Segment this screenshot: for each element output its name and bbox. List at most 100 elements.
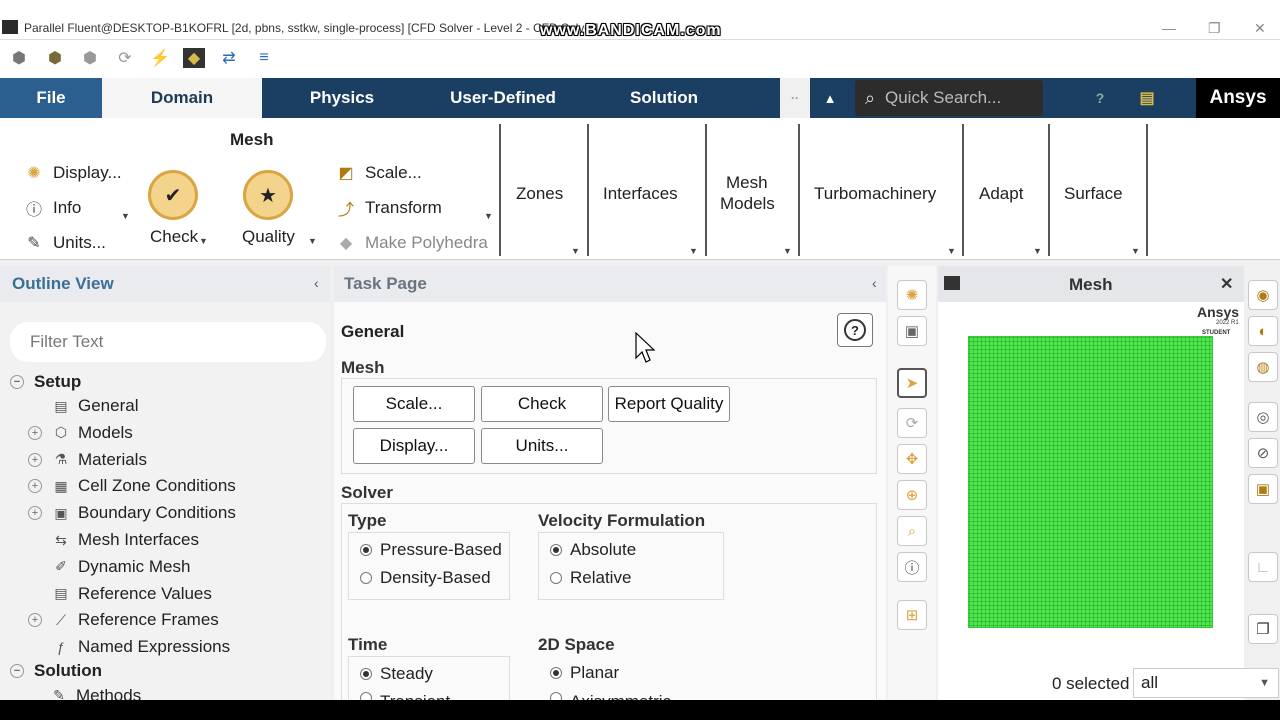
display-options-icon[interactable]: ✺ xyxy=(897,280,927,310)
pan-icon[interactable]: ✥ xyxy=(897,444,927,474)
copy-window-icon[interactable]: ❐ xyxy=(1248,614,1278,644)
ribbon-surface-group[interactable]: Surface xyxy=(1064,184,1123,204)
mdm-icon[interactable]: ≡ xyxy=(253,48,275,68)
tree-node-solution[interactable]: − Solution xyxy=(10,661,102,681)
lightning-icon[interactable]: ⚡ xyxy=(149,48,171,68)
view-cube-icon[interactable]: ▣ xyxy=(897,316,927,346)
zoom-in-icon[interactable]: ⊕ xyxy=(897,480,927,510)
tab-user-defined[interactable]: User-Defined xyxy=(430,78,576,118)
ribbon-make-polyhedra-button[interactable]: Make Polyhedra xyxy=(365,233,488,253)
steady-radio[interactable]: Steady xyxy=(360,664,433,684)
adapt-dropdown-arrow-icon[interactable]: ▼ xyxy=(1033,246,1042,256)
display-button[interactable]: Display... xyxy=(353,428,475,464)
plot-icon[interactable]: ∟ xyxy=(1248,552,1278,582)
expand-node-icon[interactable]: + xyxy=(28,425,42,440)
ribbon-check-button[interactable]: Check xyxy=(150,227,198,247)
zoom-box-icon[interactable]: ⌕ xyxy=(897,516,927,546)
tree-node-dynamic-mesh[interactable]: ✐ Dynamic Mesh xyxy=(28,557,190,577)
ansys-student-icon[interactable]: ◆ xyxy=(183,48,205,68)
ribbon-display-button[interactable]: Display... xyxy=(53,163,122,183)
window-layout-icon[interactable]: ▣ xyxy=(1248,474,1278,504)
ribbon-info-button[interactable]: Info xyxy=(53,198,81,218)
hide-view-icon[interactable]: ⊘ xyxy=(1248,438,1278,468)
contours-icon[interactable]: ◉ xyxy=(1248,280,1278,310)
tree-node-cell-zone-conditions[interactable]: + ▦ Cell Zone Conditions xyxy=(28,476,236,496)
transform-dropdown-arrow-icon[interactable]: ▼ xyxy=(484,211,493,221)
transient-radio[interactable]: Transient xyxy=(360,692,450,700)
interfaces-dropdown-arrow-icon[interactable]: ▼ xyxy=(689,246,698,256)
report-quality-button[interactable]: Report Quality xyxy=(608,386,730,422)
pressure-based-radio[interactable]: Pressure-Based xyxy=(360,540,502,560)
write-case-icon[interactable]: ⬢ xyxy=(79,48,101,68)
read-case-icon[interactable]: ⬢ xyxy=(8,48,30,68)
ribbon-interfaces-group[interactable]: Interfaces xyxy=(603,184,678,204)
relative-radio[interactable]: Relative xyxy=(550,568,631,588)
ribbon-adapt-group[interactable]: Adapt xyxy=(979,184,1023,204)
zones-dropdown-arrow-icon[interactable]: ▼ xyxy=(571,246,580,256)
vectors-icon[interactable]: ◐ xyxy=(1248,316,1278,346)
view-icon[interactable]: ◎ xyxy=(1248,402,1278,432)
ribbon-mesh-models-line1[interactable]: Mesh xyxy=(726,173,768,193)
tree-node-methods[interactable]: ✎ Methods xyxy=(50,686,141,700)
tree-node-models[interactable]: + ⬡ Models xyxy=(28,423,133,443)
collapse-ribbon-icon[interactable]: ▲ xyxy=(810,78,850,118)
tree-node-boundary-conditions[interactable]: + ▣ Boundary Conditions xyxy=(28,503,236,523)
restore-icon[interactable]: ❐ xyxy=(1208,20,1221,37)
tab-overflow-dots[interactable]: ·· xyxy=(780,78,810,118)
absolute-radio[interactable]: Absolute xyxy=(550,540,636,560)
probe-info-icon[interactable]: ⓘ xyxy=(897,552,927,582)
tree-node-mesh-interfaces[interactable]: ⇆ Mesh Interfaces xyxy=(28,530,199,550)
minimize-icon[interactable]: — xyxy=(1162,20,1176,36)
ribbon-turbomachinery-group[interactable]: Turbomachinery xyxy=(814,184,936,204)
tab-physics[interactable]: Physics xyxy=(282,78,402,118)
turbomachinery-dropdown-arrow-icon[interactable]: ▼ xyxy=(947,246,956,256)
mesh-canvas[interactable] xyxy=(968,336,1213,628)
collapse-node-icon[interactable]: − xyxy=(10,375,24,389)
quality-icon[interactable]: ★ xyxy=(243,170,293,220)
ribbon-scale-button[interactable]: Scale... xyxy=(365,163,422,183)
tree-node-reference-values[interactable]: ▤ Reference Values xyxy=(28,584,212,604)
pathlines-icon[interactable]: ◍ xyxy=(1248,352,1278,382)
tab-solution[interactable]: Solution xyxy=(604,78,724,118)
mesh-models-dropdown-arrow-icon[interactable]: ▼ xyxy=(783,246,792,256)
info-dropdown-arrow-icon[interactable]: ▼ xyxy=(121,211,130,221)
tree-node-named-expressions[interactable]: ƒ Named Expressions xyxy=(28,637,230,657)
read-data-icon[interactable]: ⬢ xyxy=(44,48,66,68)
surface-dropdown-arrow-icon[interactable]: ▼ xyxy=(1131,246,1140,256)
rotate-icon[interactable]: ⟳ xyxy=(897,408,927,438)
pointer-tool-icon[interactable]: ➤ xyxy=(897,368,927,398)
help-button[interactable]: ? xyxy=(837,313,873,347)
quality-dropdown-arrow-icon[interactable]: ▼ xyxy=(308,236,317,246)
check-dropdown-arrow-icon[interactable]: ▼ xyxy=(199,236,208,246)
density-based-radio[interactable]: Density-Based xyxy=(360,568,491,588)
close-mesh-window-icon[interactable]: ✕ xyxy=(1220,274,1233,294)
ribbon-transform-button[interactable]: Transform xyxy=(365,198,442,218)
tab-file[interactable]: File xyxy=(0,78,102,118)
collapse-node-icon[interactable]: − xyxy=(10,664,24,678)
planar-radio[interactable]: Planar xyxy=(550,663,619,683)
ribbon-mesh-models-line2[interactable]: Models xyxy=(720,194,775,214)
tree-node-general[interactable]: ▤ General xyxy=(28,396,138,416)
scale-button[interactable]: Scale... xyxy=(353,386,475,422)
axisymmetric-radio[interactable]: Axisymmetric xyxy=(550,692,671,700)
expand-node-icon[interactable]: + xyxy=(28,479,42,494)
collapse-outline-icon[interactable]: ‹ xyxy=(314,275,319,291)
check-button[interactable]: Check xyxy=(481,386,603,422)
expand-node-icon[interactable]: + xyxy=(28,452,42,467)
quick-search-input[interactable]: ⌕ Quick Search... xyxy=(855,80,1043,116)
ribbon-zones-group[interactable]: Zones xyxy=(516,184,563,204)
help-icon[interactable]: ? xyxy=(1086,78,1114,118)
notes-icon[interactable]: ▤ xyxy=(1134,78,1160,118)
ribbon-quality-button[interactable]: Quality xyxy=(242,227,295,247)
filter-text-input[interactable]: Filter Text xyxy=(10,322,326,362)
tree-node-reference-frames[interactable]: + ⟋ Reference Frames xyxy=(28,610,219,630)
parameters-icon[interactable]: ⇄ xyxy=(218,48,240,68)
tree-node-setup[interactable]: − Setup xyxy=(10,372,81,392)
expand-node-icon[interactable]: + xyxy=(28,506,42,521)
check-icon[interactable]: ✔ xyxy=(148,170,198,220)
units-button[interactable]: Units... xyxy=(481,428,603,464)
tab-domain[interactable]: Domain xyxy=(102,78,262,118)
expand-node-icon[interactable]: + xyxy=(28,613,42,628)
selection-filter-select[interactable]: all ▼ xyxy=(1133,668,1279,698)
ribbon-units-button[interactable]: Units... xyxy=(53,233,106,253)
